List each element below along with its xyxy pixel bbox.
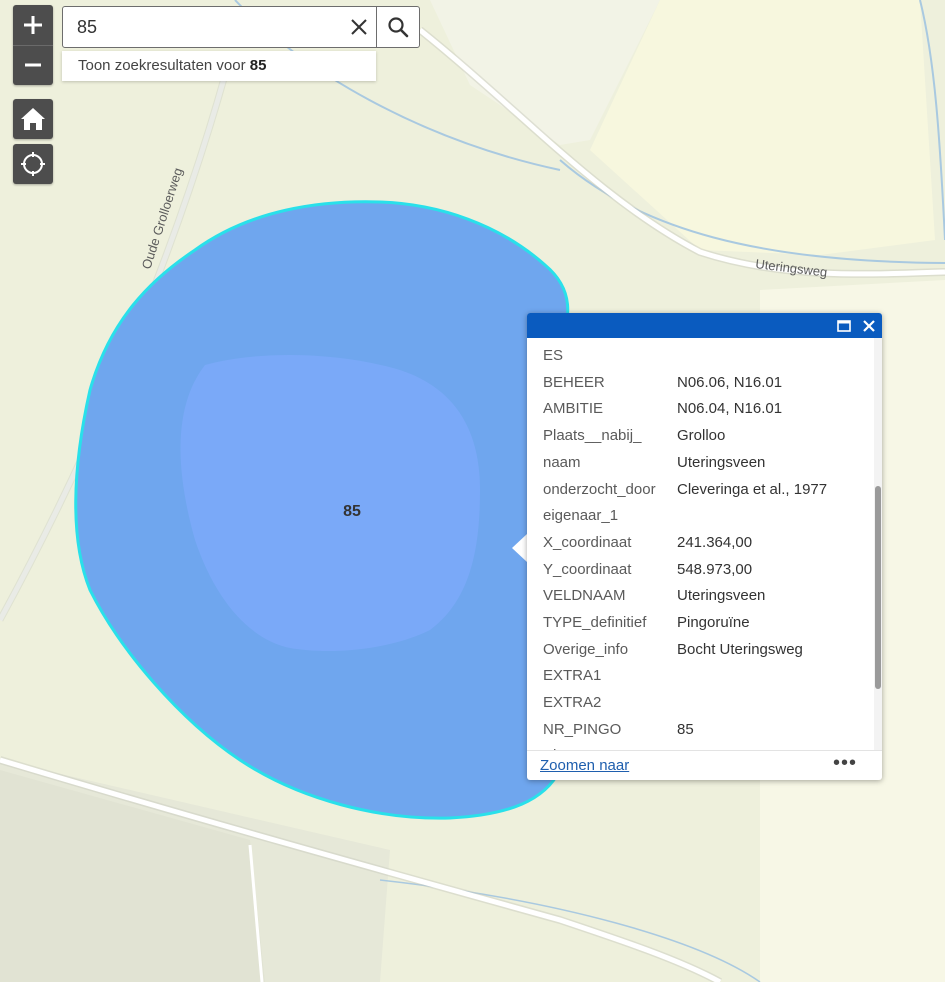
attribute-value: Bocht Uteringsweg — [677, 641, 803, 658]
attribute-label: onderzocht_door — [543, 481, 656, 498]
clear-search-button[interactable] — [342, 7, 376, 47]
maximize-icon — [837, 320, 851, 332]
attribute-value: 100.150,10 — [677, 742, 752, 750]
attribute-value: Grolloo — [677, 427, 726, 444]
attribute-value: Pingoruïne — [677, 614, 750, 631]
popup-close-button[interactable] — [859, 316, 879, 336]
popup-footer: Zoomen naar ••• — [527, 750, 882, 781]
home-button[interactable] — [13, 99, 53, 139]
popup-header — [527, 313, 882, 338]
suggestion-prefix: Toon zoekresultaten voor — [78, 57, 246, 74]
attribute-label: EXTRA1 — [543, 667, 602, 684]
more-actions-button[interactable]: ••• — [833, 752, 857, 775]
zoom-in-button[interactable] — [13, 5, 53, 46]
attribute-label: BEHEER — [543, 374, 605, 391]
popup-scrollbar-thumb[interactable] — [875, 486, 881, 689]
attribute-value: N06.04, N16.01 — [677, 400, 783, 417]
search-box — [62, 6, 420, 48]
suggestion-term: 85 — [249, 57, 267, 74]
close-icon — [351, 19, 367, 35]
popup-pointer — [512, 534, 527, 562]
attribute-label: eigenaar_1 — [543, 507, 619, 524]
attribute-label: naam — [543, 454, 581, 471]
attribute-label: EXTRA2 — [543, 694, 602, 711]
attribute-label: AMBITIE — [543, 400, 604, 417]
attribute-label: Plaats__nabij_ — [543, 427, 642, 444]
attribute-value: 85 — [677, 721, 694, 738]
feature-label: 85 — [343, 503, 361, 520]
search-suggestion[interactable]: Toon zoekresultaten voor 85 — [62, 51, 376, 81]
attribute-label: X_coordinaat — [543, 534, 632, 551]
attribute-value: Cleveringa et al., 1977 — [677, 481, 828, 498]
zoom-controls — [13, 5, 53, 85]
attribute-value: 548.973,00 — [677, 561, 753, 578]
feature-popup: ES BEHEER N06.06, N16.01 AMBITIE N06.04, N… — [527, 313, 882, 780]
attribute-label: Y_coordinaat — [543, 561, 632, 578]
attribute-value: 241.364,00 — [677, 534, 753, 551]
locate-icon — [21, 152, 45, 176]
search-icon — [388, 17, 409, 38]
home-icon — [21, 108, 45, 130]
search-input[interactable] — [63, 6, 342, 48]
attribute-label: VELDNAAM — [543, 587, 626, 604]
zoom-to-link[interactable]: Zoomen naar — [540, 757, 629, 774]
attribute-value: N06.06, N16.01 — [677, 374, 783, 391]
attribute-label: Overige_info — [543, 641, 629, 658]
plus-icon — [24, 16, 42, 34]
attribute-label: Shape__A — [543, 742, 677, 750]
close-icon — [863, 320, 875, 332]
search-button[interactable] — [376, 7, 419, 47]
minus-icon — [25, 63, 41, 67]
attribute-label: TYPE_definitief — [543, 614, 647, 631]
attribute-value: Uteringsveen — [677, 587, 766, 604]
zoom-out-button[interactable] — [13, 45, 53, 85]
attribute-value: Uteringsveen — [677, 454, 766, 471]
maximize-button[interactable] — [834, 316, 854, 336]
locate-button[interactable] — [13, 144, 53, 184]
attribute-label: ES — [543, 347, 564, 364]
popup-attributes: ES BEHEER N06.06, N16.01 AMBITIE N06.04, N… — [527, 338, 875, 750]
attribute-label: NR_PINGO — [543, 721, 622, 738]
